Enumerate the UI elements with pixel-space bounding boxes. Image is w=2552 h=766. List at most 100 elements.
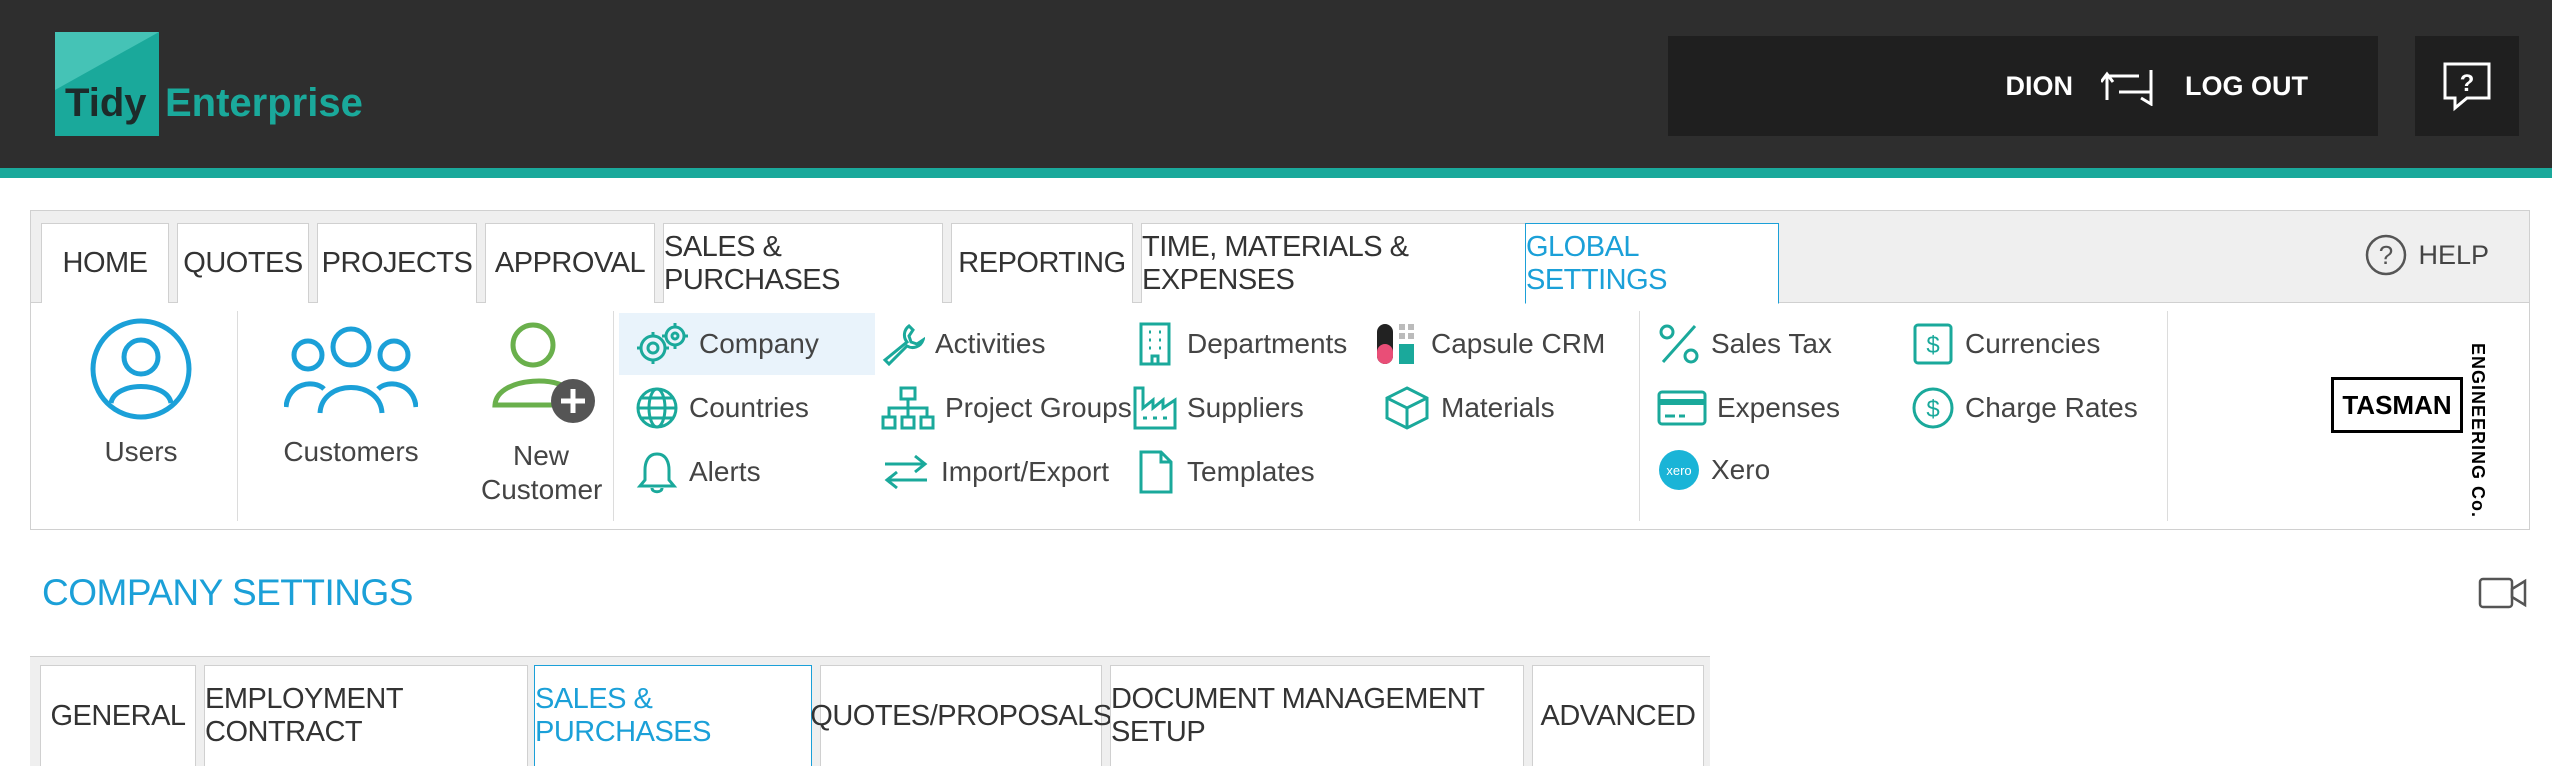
video-icon[interactable] (2478, 576, 2528, 610)
tab-global-settings[interactable]: GLOBAL SETTINGS (1525, 223, 1779, 304)
suppliers-label: Suppliers (1187, 392, 1304, 423)
tasman-logo-subtitle: ENGINEERING Co. (2468, 343, 2488, 519)
global-settings-panel: Users Customers New Customer Company Cou… (31, 303, 2529, 529)
main-tab-strip: HOME QUOTES PROJECTS APPROVAL SALES & PU… (31, 211, 2529, 304)
project-groups-label: Project Groups (945, 392, 1132, 423)
subtab-sales-purchases[interactable]: SALES & PURCHASES (534, 665, 812, 766)
expenses-label: Expenses (1717, 392, 1840, 423)
subtab-advanced[interactable]: ADVANCED (1532, 665, 1704, 766)
xero-item[interactable]: xero Xero (1657, 439, 1770, 501)
add-user-icon (492, 322, 595, 423)
help-link[interactable]: ? HELP (2364, 233, 2489, 277)
separator (1639, 311, 1640, 521)
capsule-icon (1377, 324, 1414, 364)
subtab-employment-contract[interactable]: EMPLOYMENT CONTRACT (204, 665, 528, 766)
help-label: HELP (2418, 239, 2489, 270)
templates-label: Templates (1187, 456, 1315, 487)
switch-user-icon[interactable] (2101, 66, 2157, 106)
charge-rates-item[interactable]: $ Charge Rates (1911, 377, 2138, 439)
charge-rates-label: Charge Rates (1965, 392, 2138, 423)
svg-text:?: ? (2379, 240, 2393, 270)
departments-label: Departments (1187, 328, 1348, 359)
subtab-general[interactable]: GENERAL (40, 665, 196, 766)
import-export-label: Import/Export (941, 456, 1110, 487)
import-export-item[interactable]: Import/Export (881, 441, 1109, 503)
new-customer-item[interactable]: New Customer (461, 303, 621, 529)
activities-label: Activities (935, 328, 1046, 359)
help-chat-button[interactable]: ? (2415, 36, 2519, 136)
users-item[interactable]: Users (71, 303, 211, 529)
xero-icon: xero (1659, 450, 1699, 490)
company-label: Company (699, 328, 819, 359)
countries-item[interactable]: Countries (635, 377, 809, 439)
svg-text:xero: xero (1666, 463, 1691, 478)
sales-tax-label: Sales Tax (1711, 328, 1832, 359)
bell-icon (636, 452, 678, 494)
main-menu: HOME QUOTES PROJECTS APPROVAL SALES & PU… (30, 210, 2530, 530)
logout-button[interactable]: LOG OUT (2185, 71, 2308, 102)
activities-item[interactable]: Activities (881, 313, 1045, 375)
tab-sales-purchases[interactable]: SALES & PURCHASES (663, 223, 943, 303)
subtab-document-management-setup[interactable]: DOCUMENT MANAGEMENT SETUP (1110, 665, 1524, 766)
xero-label: Xero (1711, 454, 1771, 485)
tab-approval[interactable]: APPROVAL (485, 223, 655, 303)
departments-item[interactable]: Departments (1133, 313, 1347, 375)
suppliers-item[interactable]: Suppliers (1133, 377, 1304, 439)
user-box: DION LOG OUT (1668, 36, 2378, 136)
box-icon (1385, 386, 1429, 430)
percent-icon (1659, 324, 1699, 364)
separator (613, 311, 614, 521)
materials-item[interactable]: Materials (1383, 377, 1555, 439)
factory-icon (1133, 386, 1177, 430)
tab-time-materials-expenses[interactable]: TIME, MATERIALS & EXPENSES (1141, 223, 1545, 303)
svg-text:?: ? (2460, 70, 2475, 97)
capsule-crm-item[interactable]: Capsule CRM (1375, 313, 1605, 375)
question-circle-icon: ? (2366, 234, 2407, 276)
templates-item[interactable]: Templates (1133, 441, 1315, 503)
gears-icon (637, 323, 688, 364)
customers-label: Customers (283, 436, 419, 467)
users-label: Users (104, 436, 178, 467)
logo-mark: Tidy (55, 32, 159, 136)
logo-enterprise-text: Enterprise (165, 81, 363, 125)
capsule-crm-label: Capsule CRM (1431, 328, 1606, 359)
tab-quotes[interactable]: QUOTES (177, 223, 309, 303)
alerts-label: Alerts (689, 456, 761, 487)
group-icon (284, 326, 418, 414)
currencies-item[interactable]: $ Currencies (1911, 313, 2100, 375)
svg-text:$: $ (1926, 332, 1939, 359)
globe-icon (636, 387, 678, 429)
company-settings-tab-strip: GENERAL EMPLOYMENT CONTRACT SALES & PURC… (30, 656, 1710, 766)
dollar-box-icon: $ (1913, 323, 1953, 365)
logo-tidy-text: Tidy (65, 81, 147, 125)
dollar-circle-icon: $ (1912, 387, 1954, 429)
countries-label: Countries (689, 392, 809, 423)
new-customer-label: New Customer (481, 440, 603, 505)
top-bar-accent (0, 168, 2552, 178)
materials-label: Materials (1441, 392, 1555, 423)
tasman-logo: TASMAN (2331, 377, 2463, 433)
document-icon (1139, 450, 1173, 494)
top-bar: Tidy Enterprise DION LOG OUT ? (0, 0, 2552, 168)
sales-tax-item[interactable]: Sales Tax (1657, 313, 1832, 375)
tidy-enterprise-logo[interactable]: Tidy Enterprise (55, 32, 363, 136)
user-name[interactable]: DION (2006, 71, 2074, 102)
card-icon (1657, 390, 1707, 426)
project-groups-item[interactable]: Project Groups (881, 377, 1132, 439)
wrench-icon (882, 324, 925, 366)
currencies-label: Currencies (1965, 328, 2101, 359)
alerts-item[interactable]: Alerts (635, 441, 761, 503)
subtab-quotes-proposals[interactable]: QUOTES/PROPOSALS (810, 665, 1112, 766)
tab-home[interactable]: HOME (41, 223, 169, 303)
expenses-item[interactable]: Expenses (1657, 377, 1840, 439)
separator (2167, 311, 2168, 521)
tab-reporting[interactable]: REPORTING (951, 223, 1133, 303)
page-title: COMPANY SETTINGS (42, 572, 413, 613)
tab-projects[interactable]: PROJECTS (317, 223, 477, 303)
user-icon (90, 318, 192, 420)
svg-text:$: $ (1926, 396, 1939, 423)
hierarchy-icon (881, 386, 935, 430)
separator (237, 311, 238, 521)
customers-item[interactable]: Customers (261, 303, 441, 529)
company-item[interactable]: Company (619, 313, 875, 375)
